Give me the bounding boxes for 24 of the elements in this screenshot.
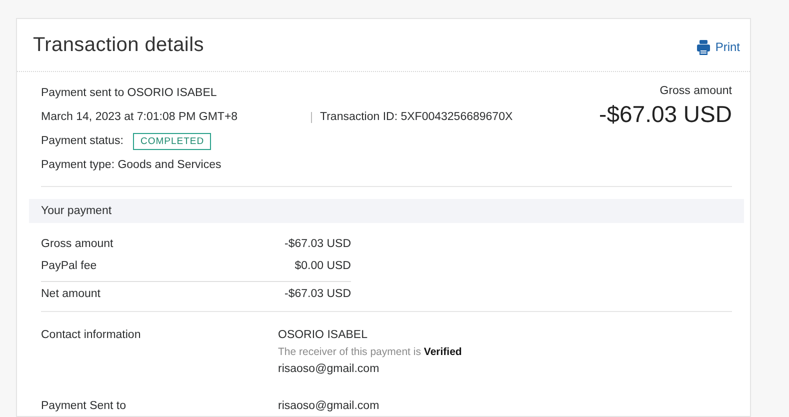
verified-note: The receiver of this payment is Verified (278, 345, 462, 360)
page-title: Transaction details (33, 34, 204, 56)
transaction-id: Transaction ID: 5XF0043256689670X (311, 112, 513, 122)
amount-value: -$67.03 USD (284, 288, 351, 300)
date-text: March 14, 2023 at 7:01:08 PM GMT+8 (41, 111, 239, 123)
email-text: risaoso@gmail.com (278, 362, 380, 377)
status-badge: COMPLETED (133, 132, 212, 150)
contact-name: OSORIO ISABEL (278, 328, 368, 343)
detail-label: Contact information (41, 328, 142, 343)
section-header: Your payment (29, 199, 744, 223)
printer-icon (697, 40, 710, 54)
recipient-text: Payment sent to OSORIO ISABEL (41, 86, 218, 101)
amount-value: -$67.03 USD (284, 238, 351, 250)
gross-label: Gross amount (660, 85, 732, 97)
status-label: Payment status: (41, 135, 124, 147)
amount-value: $0.00 USD (294, 260, 351, 272)
payment-type: Payment type: Goods and Services (41, 158, 222, 173)
row-label: PayPal fee (41, 260, 97, 272)
gross-amount: -$67.03 USD (599, 101, 732, 128)
print-link[interactable]: Print (697, 40, 740, 54)
row-label: Gross amount (41, 238, 114, 250)
detail-label: Payment Sent to (41, 399, 128, 414)
row-label: Net amount (41, 288, 100, 300)
email-text: risaoso@gmail.com (278, 399, 380, 414)
